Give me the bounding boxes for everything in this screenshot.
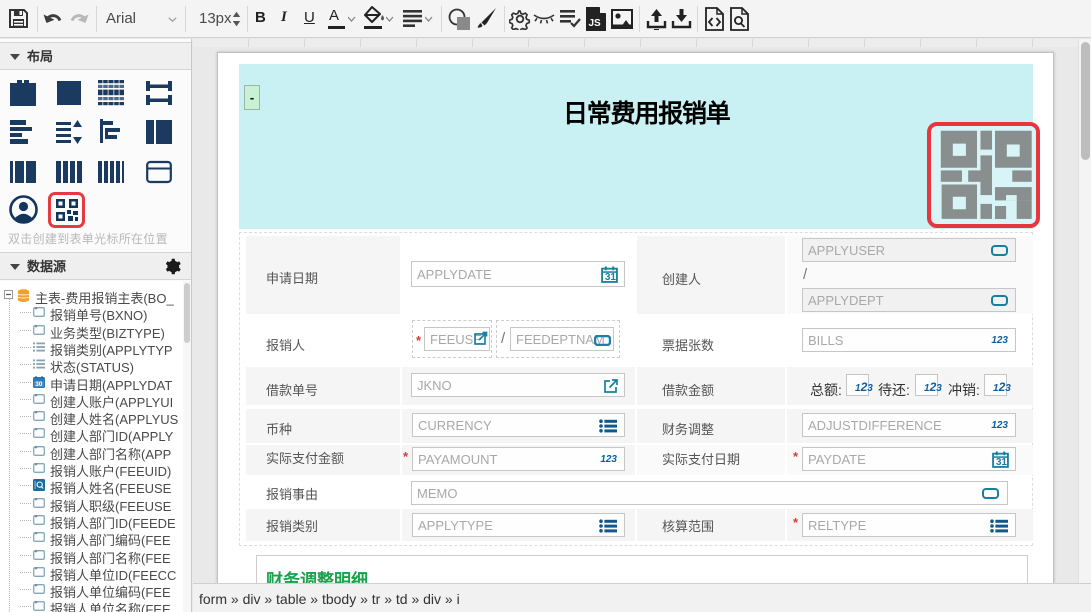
svg-text:31: 31 — [605, 272, 617, 283]
svg-text:31: 31 — [996, 457, 1008, 468]
svg-text:30: 30 — [35, 381, 43, 388]
svg-text:JS: JS — [589, 18, 602, 29]
